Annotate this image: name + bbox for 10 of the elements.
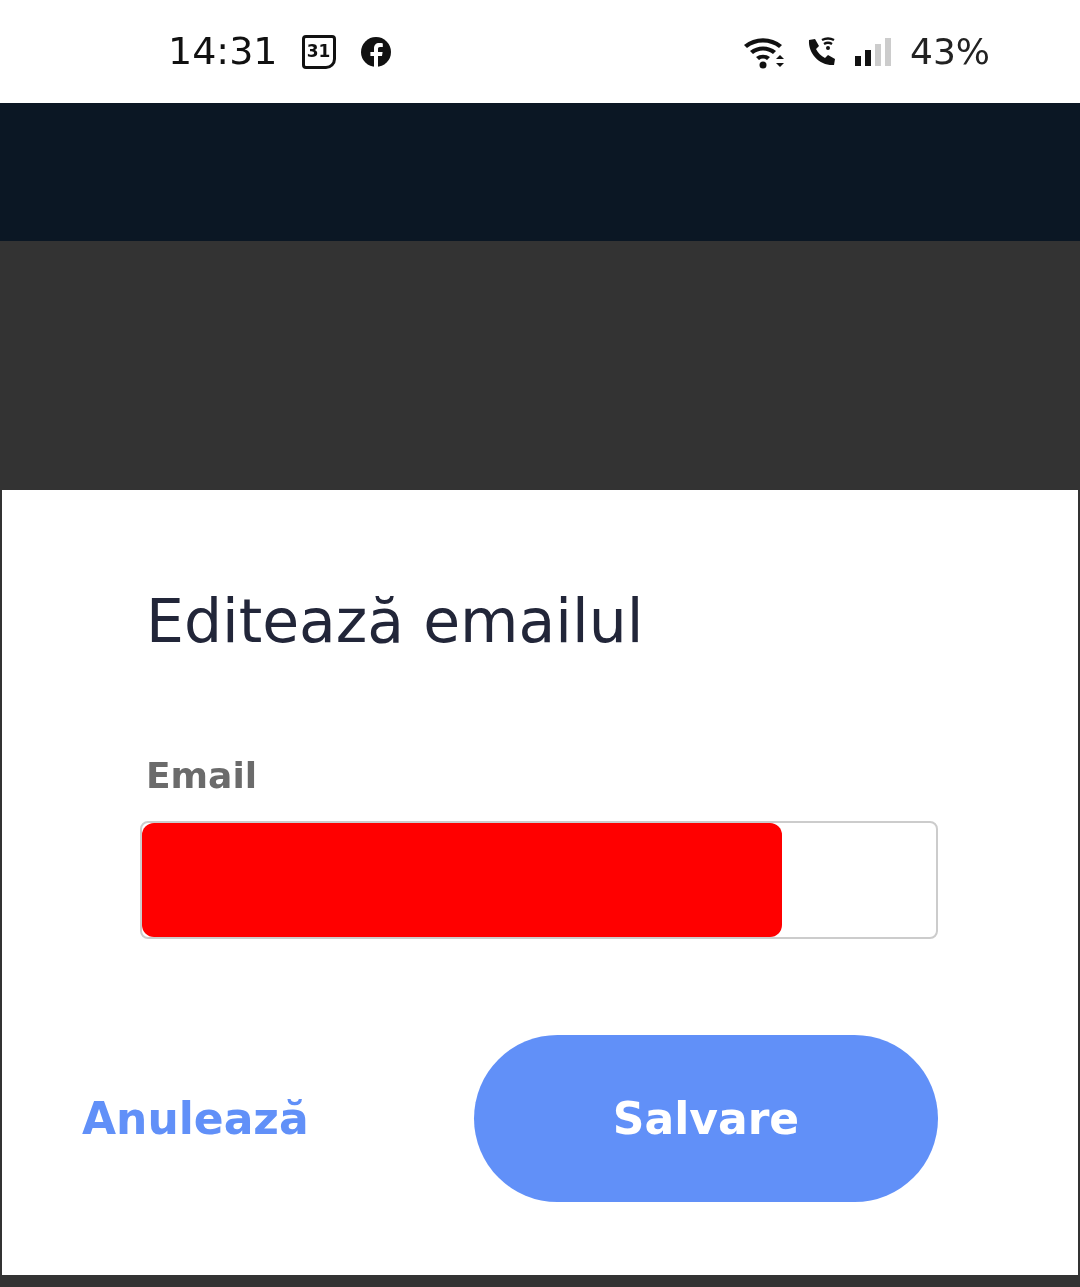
calendar-icon: 31 xyxy=(301,34,336,69)
battery-percentage: 43% xyxy=(910,29,990,74)
cancel-button[interactable]: Anulează xyxy=(82,1085,309,1152)
field-label: Email xyxy=(146,754,259,798)
save-button[interactable]: Salvare xyxy=(474,1035,938,1202)
signal-icon xyxy=(854,35,894,68)
clock-time: 14:31 xyxy=(168,28,278,75)
facebook-icon xyxy=(359,35,392,68)
dialog-title: Editează emailul xyxy=(146,585,645,657)
email-field[interactable] xyxy=(140,821,938,939)
